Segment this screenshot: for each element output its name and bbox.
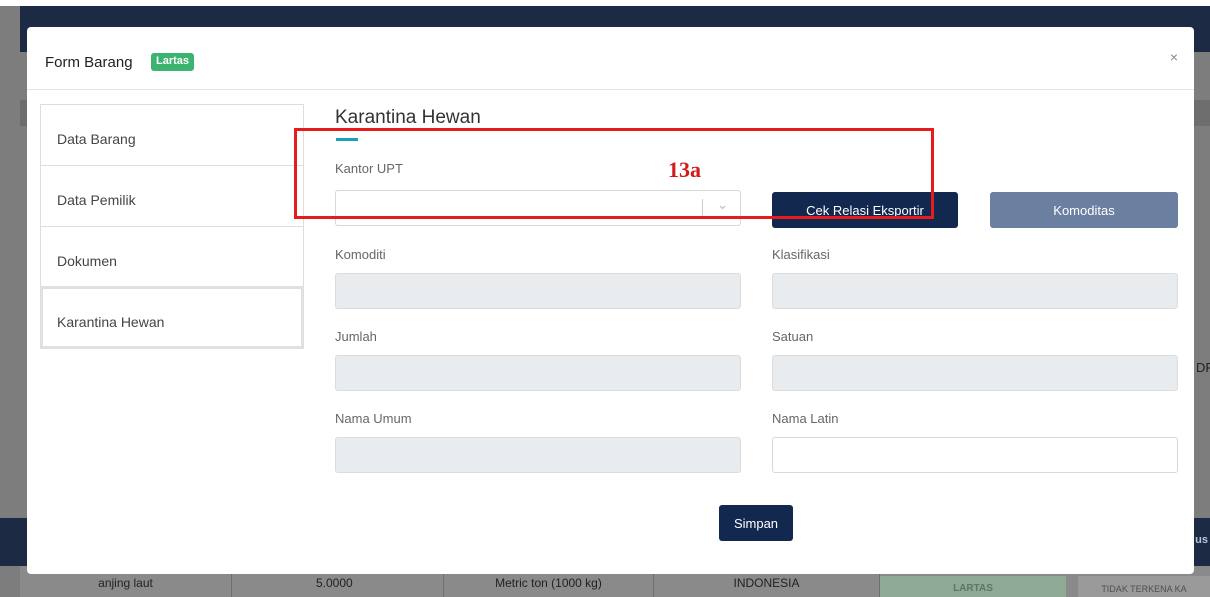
annotation-label: 13a bbox=[668, 157, 701, 182]
bg-side-text: DF bbox=[1196, 360, 1210, 375]
nama-umum-field bbox=[335, 437, 741, 473]
bg-lartas-badge: LARTAS bbox=[880, 576, 1066, 597]
klasifikasi-field bbox=[772, 273, 1178, 309]
side-item-karantina-hewan[interactable]: Karantina Hewan bbox=[40, 286, 304, 349]
modal-header: Form Barang Lartas × bbox=[27, 27, 1194, 90]
nama-umum-label: Nama Umum bbox=[335, 411, 412, 426]
klasifikasi-label: Klasifikasi bbox=[772, 247, 830, 262]
close-icon[interactable]: × bbox=[1170, 49, 1178, 65]
annotation-highlight-box bbox=[294, 128, 934, 219]
jumlah-field bbox=[335, 355, 741, 391]
side-nav: Data Barang Data Pemilik Dokumen Karanti… bbox=[40, 104, 304, 349]
section-title: Karantina Hewan bbox=[335, 107, 481, 128]
komoditas-button[interactable]: Komoditas bbox=[990, 192, 1178, 228]
bg-header-text: us bbox=[1195, 534, 1208, 546]
satuan-label: Satuan bbox=[772, 329, 814, 344]
komoditi-field bbox=[335, 273, 741, 309]
bg-tidak-badge: TIDAK TERKENA KA bbox=[1078, 576, 1210, 597]
modal-title: Form Barang bbox=[45, 54, 133, 71]
komoditi-label: Komoditi bbox=[335, 247, 386, 262]
side-item-data-barang[interactable]: Data Barang bbox=[40, 104, 304, 165]
satuan-field bbox=[772, 355, 1178, 391]
jumlah-label: Jumlah bbox=[335, 329, 377, 344]
form-barang-modal: Form Barang Lartas × Data Barang Data Pe… bbox=[27, 27, 1194, 574]
side-item-dokumen[interactable]: Dokumen bbox=[40, 226, 304, 287]
nama-latin-label: Nama Latin bbox=[772, 411, 839, 426]
simpan-button[interactable]: Simpan bbox=[719, 505, 793, 541]
lartas-badge: Lartas bbox=[151, 53, 195, 71]
side-item-data-pemilik[interactable]: Data Pemilik bbox=[40, 165, 304, 226]
nama-latin-input[interactable] bbox=[772, 437, 1178, 473]
